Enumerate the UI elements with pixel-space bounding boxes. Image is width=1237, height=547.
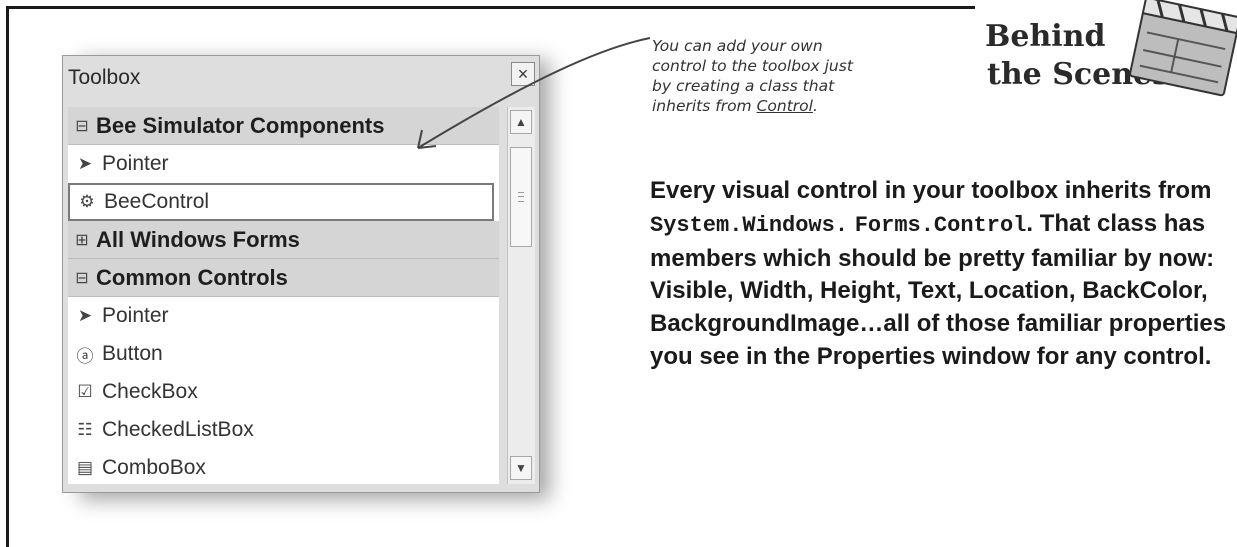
toolbox-row-label: ComboBox [102,456,206,479]
toolbox-item[interactable]: ⓐ Button [68,335,499,373]
toolbox-row-label: BeeControl [104,190,210,213]
note-control-link: Control [756,97,813,115]
toolbox-row-label: Common Controls [96,264,288,290]
toolbox-title: Toolbox [68,66,141,89]
body-paragraph: Every visual control in your toolbox inh… [650,177,1227,370]
toolbox-item[interactable]: ➤ Pointer [68,297,499,335]
frame-top-border [6,6,975,9]
handwritten-note: You can add your own control to the tool… [652,36,907,116]
control-icon: ☑ [77,382,93,401]
toolbox-item[interactable]: ▤ ComboBox [68,449,499,484]
control-icon: ➤ [77,306,93,325]
annotation-arrow-icon [417,37,651,149]
toolbox-row-label: Pointer [102,152,169,175]
toolbox-item[interactable]: ⚙ BeeControl [68,183,494,221]
toolbox-row-label: Pointer [102,304,169,327]
toolbox-item[interactable]: ☷ CheckedListBox [68,411,499,449]
control-icon: ➤ [77,154,93,173]
control-icon: ⓐ [76,346,94,366]
code-text: Forms.Control [854,212,1027,238]
toolbox-row-label: All Windows Forms [96,226,300,252]
expand-collapse-icon[interactable]: ⊞ [68,230,96,250]
scroll-grip-icon [518,192,524,202]
clapperboard-icon [1129,0,1237,97]
toolbox-row-label: Bee Simulator Components [96,112,385,138]
note-line: inherits from Control. [652,97,818,115]
control-icon: ▤ [76,458,94,477]
heading-line: Behind [985,19,1106,54]
expand-collapse-icon[interactable]: ⊟ [68,116,96,136]
note-line: You can add your own [652,37,823,55]
toolbox-category[interactable]: ⊞ All Windows Forms [68,221,499,259]
toolbox-category[interactable]: ⊟ Common Controls [68,259,499,297]
note-line: control to the toolbox just [652,57,853,75]
control-icon: ⚙ [79,192,95,211]
scroll-down-button[interactable]: ▼ [510,456,532,480]
toolbox-row-label: Button [102,342,163,365]
toolbox-row-label: CheckBox [102,380,198,403]
control-icon: ☷ [77,420,93,439]
expand-collapse-icon[interactable]: ⊟ [68,268,96,288]
code-text: System.Windows. [650,212,849,238]
toolbox-row-label: CheckedListBox [102,418,254,441]
note-line: by creating a class that [652,77,835,95]
toolbox-item[interactable]: ☑ CheckBox [68,373,499,411]
frame-left-border [6,6,9,547]
